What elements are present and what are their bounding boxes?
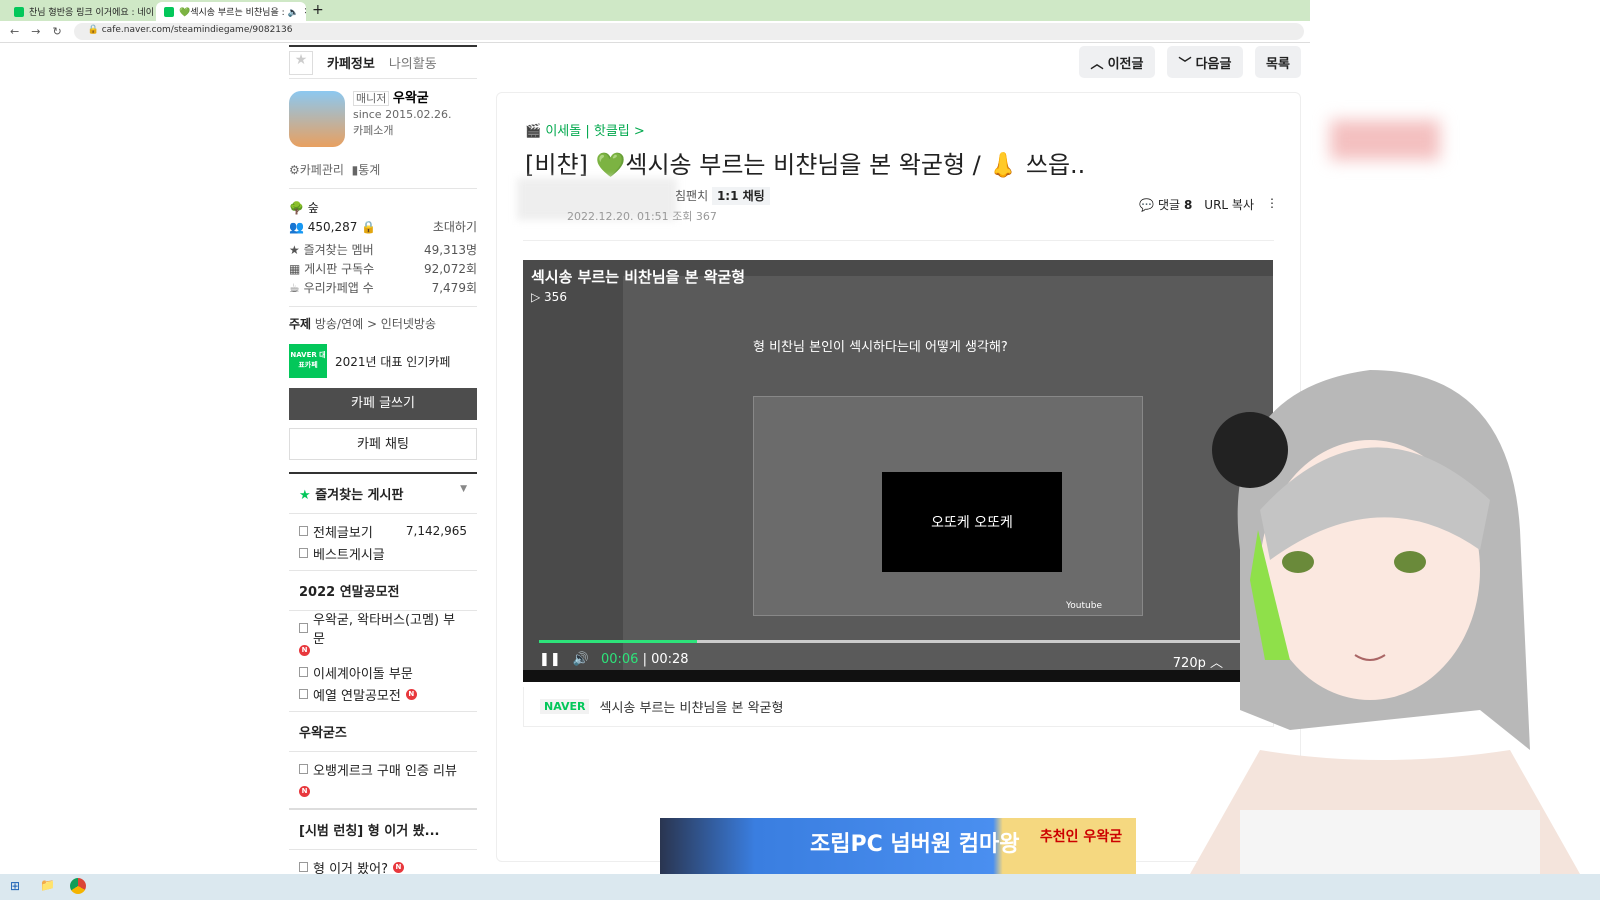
reload-icon[interactable]: ↻ bbox=[52, 25, 61, 38]
video-player[interactable]: 형 비찬님 본인이 섹시하다는데 어떻게 생각해? 오또케 오또케 Youtub… bbox=[523, 260, 1273, 682]
board-icon bbox=[299, 548, 308, 558]
new-badge: N bbox=[405, 688, 417, 700]
invite-link[interactable]: 초대하기 bbox=[433, 218, 477, 237]
close-icon[interactable]: ✕ bbox=[304, 7, 306, 17]
clapper-icon: 🎬 bbox=[525, 124, 542, 139]
board-item[interactable]: 우왁굳, 왁타버스(고멤) 부문 bbox=[299, 613, 467, 647]
breadcrumb[interactable]: 이세돌 | 핫클립 > bbox=[545, 124, 644, 139]
cafe-manage-link[interactable]: 카페관리 bbox=[300, 163, 344, 177]
stats-link[interactable]: 통계 bbox=[358, 163, 380, 177]
section-title: 2022 연말공모전 bbox=[289, 570, 477, 610]
lock-icon: 🔒 bbox=[361, 220, 377, 234]
fav-boards-header[interactable]: ★ 즐겨찾는 게시판 ▼ bbox=[289, 472, 477, 513]
chrome-icon[interactable] bbox=[70, 878, 86, 894]
taskbar: ⊞ 📁 bbox=[0, 874, 1600, 900]
section-title: [시범 런칭] 형 이거 봤... bbox=[289, 808, 477, 849]
video-frame: 형 비찬님 본인이 섹시하다는데 어떻게 생각해? 오또케 오또케 Youtub… bbox=[623, 276, 1273, 676]
tab-2[interactable]: 💚섹시송 부르는 비챤님을 : 🔈✕ bbox=[156, 2, 306, 21]
award-badge: NAVER 대표카페 bbox=[289, 344, 327, 378]
speech-bubble-icon: 💬 bbox=[1139, 198, 1155, 212]
tab-my-activity[interactable]: 나의활동 bbox=[389, 53, 437, 72]
progress-bar[interactable] bbox=[539, 640, 1257, 643]
board-all[interactable]: 전체글보기 7,142,965 bbox=[299, 520, 467, 542]
board-icon bbox=[299, 689, 308, 699]
vtuber-avatar bbox=[1190, 370, 1580, 874]
star-icon[interactable]: ★ bbox=[289, 50, 313, 75]
members-icon: 👥 bbox=[289, 220, 304, 234]
board-icon bbox=[299, 764, 308, 774]
gear-icon: ⚙ bbox=[289, 163, 300, 177]
cafe-intro-link[interactable]: 카페소개 bbox=[353, 123, 452, 139]
write-button[interactable]: 카페 글쓰기 bbox=[289, 388, 477, 420]
chevron-down-icon: ﹀ bbox=[1178, 56, 1192, 72]
chat-button[interactable]: 카페 채팅 bbox=[289, 428, 477, 460]
video-caption: 섹시송 부르는 비챤님을 본 왁굳형 bbox=[599, 701, 784, 716]
new-badge: N bbox=[299, 644, 310, 656]
tab-1[interactable]: 찬님 형반응 링크 이거에요 : 네이✕ bbox=[6, 2, 156, 21]
manager-name[interactable]: 우왁굳 bbox=[393, 91, 429, 106]
section-title: 우왁굳즈 bbox=[289, 711, 477, 751]
naver-cafe-icon bbox=[164, 6, 174, 17]
next-post-button[interactable]: ﹀ 다음글 bbox=[1167, 46, 1243, 78]
topic-link[interactable]: 방송/연예 > 인터넷방송 bbox=[315, 317, 436, 331]
url-copy-button[interactable]: URL 복사 bbox=[1204, 196, 1254, 213]
board-icon bbox=[299, 862, 308, 872]
chat-1on1-button[interactable]: 1:1 채팅 bbox=[711, 187, 770, 205]
star-icon: ★ bbox=[299, 488, 311, 503]
new-badge: N bbox=[299, 785, 310, 797]
tree-icon: 🌳 bbox=[289, 201, 304, 215]
comments-button[interactable]: 💬 댓글 8 bbox=[1139, 196, 1192, 213]
board-icon bbox=[299, 623, 308, 633]
naver-cafe-icon bbox=[14, 6, 24, 17]
video-title: 섹시송 부르는 비찬님을 본 왁굳형 bbox=[531, 268, 746, 286]
board-item[interactable]: 오뱅게르크 구매 인증 리뷰 bbox=[299, 758, 467, 780]
prev-post-button[interactable]: ︿ 이전글 bbox=[1079, 46, 1155, 78]
cafe-logo bbox=[289, 91, 345, 147]
naver-tv-logo: NAVER bbox=[540, 699, 590, 714]
ad-banner[interactable]: 조립PC 넘버원 컴마왕 추천인 우왁굳 bbox=[660, 818, 1136, 874]
forward-icon[interactable]: → bbox=[31, 25, 40, 38]
volume-icon[interactable]: 🔊 bbox=[573, 652, 589, 667]
new-tab-button[interactable]: + bbox=[312, 2, 324, 18]
chevron-up-icon: ︿ bbox=[1090, 56, 1104, 72]
list-button[interactable]: 목록 bbox=[1255, 46, 1301, 78]
more-icon[interactable]: ⋮ bbox=[1266, 196, 1278, 213]
sidebar: ★ 카페정보 나의활동 매니저 우왁굳 since 2015.02.26. 카페… bbox=[289, 45, 477, 884]
file-explorer-icon[interactable]: 📁 bbox=[40, 878, 55, 892]
board-item[interactable]: 예열 연말공모전 N bbox=[299, 683, 467, 705]
windows-start-icon[interactable]: ⊞ bbox=[10, 879, 20, 893]
tab-cafe-info[interactable]: 카페정보 bbox=[327, 53, 375, 72]
play-count: ▷ 356 bbox=[531, 290, 567, 304]
board-best[interactable]: 베스트게시글 bbox=[299, 542, 467, 564]
page-title: [비챤] 💚섹시송 부르는 비챤님을 본 왁굳형 / 👃 쓰읍.. bbox=[525, 151, 1086, 179]
back-icon[interactable]: ← bbox=[10, 25, 19, 38]
url-input[interactable]: 🔒 cafe.naver.com/steamindiegame/9082136 bbox=[73, 23, 1304, 40]
board-icon bbox=[299, 667, 308, 677]
board-icon bbox=[299, 526, 308, 536]
board-item[interactable]: 이세계아이돌 부문 bbox=[299, 661, 467, 683]
chevron-down-icon: ▼ bbox=[460, 484, 467, 494]
new-badge: N bbox=[392, 861, 404, 873]
pause-icon[interactable]: ❚❚ bbox=[539, 652, 561, 667]
